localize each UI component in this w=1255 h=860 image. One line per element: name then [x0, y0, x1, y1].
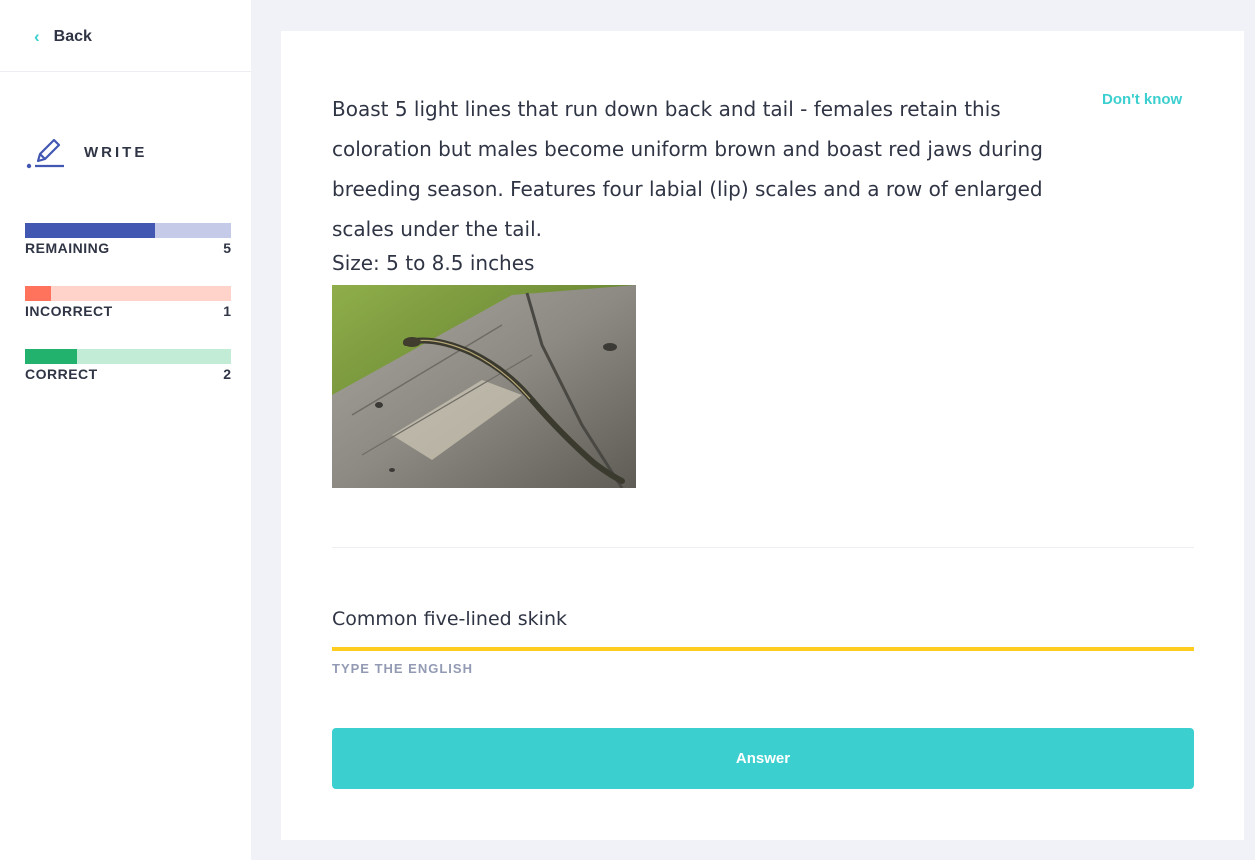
correct-label: CORRECT — [25, 366, 98, 382]
input-hint: TYPE THE ENGLISH — [332, 661, 473, 676]
skink-photo — [332, 285, 636, 488]
stat-incorrect: INCORRECT 1 — [25, 286, 231, 319]
incorrect-count: 1 — [223, 303, 231, 319]
remaining-count: 5 — [223, 240, 231, 256]
stat-remaining: REMAINING 5 — [25, 223, 231, 256]
remaining-label: REMAINING — [25, 240, 110, 256]
stat-correct: CORRECT 2 — [25, 349, 231, 382]
pen-write-icon — [26, 138, 64, 169]
remaining-bar — [25, 223, 231, 238]
back-label: Back — [53, 28, 92, 45]
question-size: Size: 5 to 8.5 inches — [332, 251, 535, 275]
remaining-bar-fill — [25, 223, 155, 238]
incorrect-label: INCORRECT — [25, 303, 113, 319]
correct-bar — [25, 349, 231, 364]
chevron-left-icon: ‹ — [34, 27, 40, 46]
divider — [332, 547, 1194, 548]
question-prompt: Boast 5 light lines that run down back a… — [332, 97, 1043, 241]
answer-input[interactable] — [332, 597, 1194, 651]
study-mode: WRITE — [26, 132, 147, 172]
incorrect-bar-fill — [25, 286, 51, 301]
answer-button[interactable]: Answer — [332, 728, 1194, 789]
mode-label: WRITE — [84, 143, 148, 161]
sidebar: ‹ Back WRITE REMAINING 5 INCORRECT 1 COR… — [0, 0, 251, 860]
back-link[interactable]: ‹ Back — [0, 0, 251, 72]
question-card: Boast 5 light lines that run down back a… — [281, 31, 1244, 840]
correct-count: 2 — [223, 366, 231, 382]
dont-know-button[interactable]: Don't know — [1102, 91, 1182, 108]
correct-bar-fill — [25, 349, 77, 364]
incorrect-bar — [25, 286, 231, 301]
progress-stats: REMAINING 5 INCORRECT 1 CORRECT 2 — [25, 223, 231, 412]
